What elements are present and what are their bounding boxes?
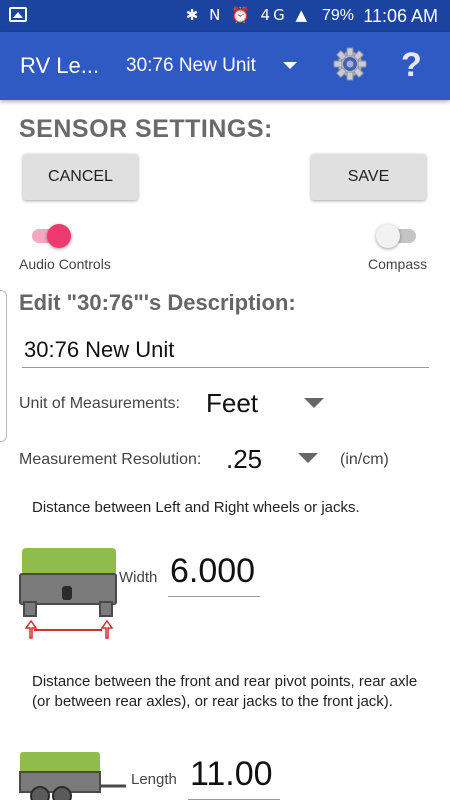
description-input[interactable] (22, 333, 429, 368)
gear-icon[interactable] (333, 47, 367, 81)
audio-controls-label: Audio Controls (19, 256, 111, 272)
battery-level: 79% (321, 7, 354, 24)
length-label: Length (131, 771, 177, 788)
save-button[interactable]: SAVE (311, 154, 426, 200)
switch-knob[interactable] (47, 224, 71, 248)
chevron-down-icon[interactable] (283, 62, 297, 69)
width-description: Distance between Left and Right wheels o… (32, 499, 360, 516)
help-icon[interactable]: ? (401, 46, 422, 85)
unit-of-measurement-label: Unit of Measurements: (19, 395, 180, 412)
measurement-resolution-select[interactable]: .25 (226, 444, 262, 475)
clock: 11:06 AM (363, 6, 438, 26)
description-heading: Edit "30:76"'s Description: (19, 290, 296, 315)
chevron-down-icon[interactable] (298, 453, 318, 463)
rv-side-view-icon (19, 752, 126, 800)
measurement-resolution-label: Measurement Resolution: (19, 451, 202, 468)
side-drawer-handle[interactable] (0, 290, 7, 442)
status-bar: ✱ N ⏰ 4G ▲ 79% 11:06 AM (0, 0, 450, 32)
width-input-underline (168, 596, 260, 597)
section-title: SENSOR SETTINGS: (19, 115, 273, 143)
compass-label: Compass (368, 256, 428, 272)
image-notification-icon (9, 7, 27, 22)
cancel-button[interactable]: CANCEL (23, 154, 138, 200)
app-bar: RV Le... 30:76 New Unit ? (0, 32, 450, 100)
app-title: RV Le... (20, 53, 100, 78)
width-label: Width (119, 569, 158, 586)
width-input[interactable]: 6.000 (170, 552, 255, 591)
rv-rear-view-icon (19, 548, 117, 639)
length-input[interactable]: 11.00 (190, 755, 273, 794)
unit-selector[interactable]: 30:76 New Unit (126, 55, 256, 77)
switch-knob[interactable] (376, 224, 400, 248)
unit-of-measurement-select[interactable]: Feet (206, 388, 258, 419)
length-description: Distance between the front and rear pivo… (32, 673, 418, 710)
status-icons: ✱ N ⏰ 4G ▲ (185, 6, 310, 24)
chevron-down-icon[interactable] (304, 398, 324, 408)
resolution-unit-label: (in/cm) (340, 451, 389, 468)
